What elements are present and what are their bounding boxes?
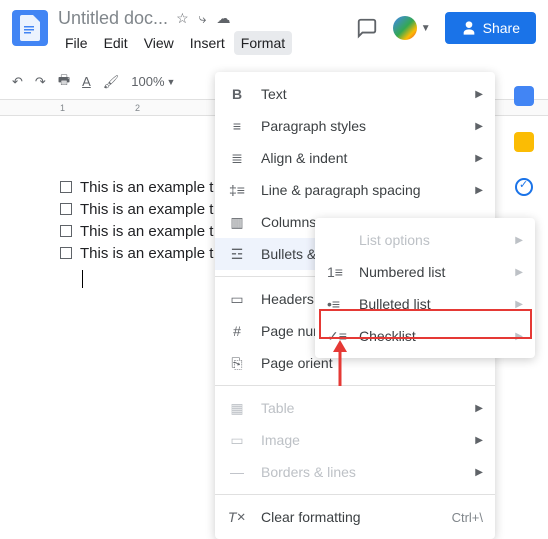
image-icon: ▭ [227,432,247,449]
zoom-selector[interactable]: 100% ▼ [131,74,175,89]
bullets-submenu: List options▶ 1≡Numbered list▶ •≡Bullete… [315,218,535,358]
chevron-right-icon: ▶ [475,467,483,478]
checkbox-icon[interactable] [60,247,72,259]
annotation-arrow-icon [330,340,350,388]
line-text[interactable]: This is an example t [80,201,213,218]
chevron-right-icon: ▶ [515,299,523,310]
ruler-tick: 1 [60,103,65,113]
chevron-right-icon: ▶ [475,403,483,414]
paint-format-icon[interactable]: 🖌 [103,74,120,90]
checkbox-icon[interactable] [60,203,72,215]
move-icon[interactable]: ⤷ [199,10,207,27]
star-icon[interactable]: ☆ [176,10,189,27]
docs-logo[interactable] [12,10,48,46]
calendar-icon[interactable] [514,86,534,106]
chevron-right-icon: ▶ [475,153,483,164]
meet-icon [393,16,417,40]
zoom-value: 100% [131,74,164,89]
meet-button[interactable]: ▼ [393,16,431,40]
menu-item-table: ▦Table▶ [215,392,495,424]
menu-file[interactable]: File [58,31,95,55]
chevron-right-icon: ▶ [515,235,523,246]
menu-separator [215,494,495,495]
doc-info: Untitled doc... ☆ ⤷ ☁ File Edit View Ins… [58,8,355,55]
menu-item-clear-formatting[interactable]: T✕Clear formattingCtrl+\ [215,501,495,533]
line-text[interactable]: This is an example t [80,245,213,262]
menu-item-borders-lines: —Borders & lines▶ [215,456,495,488]
align-icon: ≣ [227,150,247,167]
spellcheck-icon[interactable]: A [82,74,91,89]
share-label: Share [483,20,520,36]
comments-icon[interactable] [355,16,379,40]
menu-edit[interactable]: Edit [97,31,135,55]
cloud-status-icon[interactable]: ☁ [216,10,230,27]
share-button[interactable]: Share [445,12,536,44]
orientation-icon: ⎘ [227,355,247,372]
borders-icon: — [227,464,247,480]
menu-format[interactable]: Format [234,31,292,55]
list-icon: ☲ [227,246,247,263]
checkbox-icon[interactable] [60,225,72,237]
submenu-bulleted-list[interactable]: •≡Bulleted list▶ [315,288,535,320]
undo-icon[interactable]: ↶ [12,74,23,90]
line-text[interactable]: This is an example t [80,179,213,196]
chevron-right-icon: ▶ [515,267,523,278]
print-icon[interactable]: 🖶 [58,71,70,93]
ruler-tick: 2 [135,103,140,113]
redo-icon[interactable]: ↷ [35,74,46,90]
chevron-right-icon: ▶ [475,89,483,100]
menu-insert[interactable]: Insert [183,31,232,55]
bulleted-list-icon: •≡ [327,296,347,312]
submenu-list-options[interactable]: List options▶ [315,224,535,256]
table-icon: ▦ [227,400,247,417]
line-text[interactable]: This is an example t [80,223,213,240]
headers-icon: ▭ [227,291,247,308]
menu-separator [215,385,495,386]
menu-item-text[interactable]: BText▶ [215,78,495,110]
menu-view[interactable]: View [137,31,181,55]
menu-item-align-indent[interactable]: ≣Align & indent▶ [215,142,495,174]
menu-item-paragraph-styles[interactable]: ≡Paragraph styles▶ [215,110,495,142]
columns-icon: ▥ [227,214,247,231]
clear-format-icon: T✕ [227,509,247,525]
menu-item-line-spacing[interactable]: ‡≡Line & paragraph spacing▶ [215,174,495,206]
bold-icon: B [227,86,247,102]
line-spacing-icon: ‡≡ [227,182,247,198]
menubar: File Edit View Insert Format [58,31,355,55]
menu-item-image: ▭Image▶ [215,424,495,456]
app-header: Untitled doc... ☆ ⤷ ☁ File Edit View Ins… [0,0,548,64]
numbered-list-icon: 1≡ [327,264,347,280]
chevron-right-icon: ▶ [475,185,483,196]
chevron-right-icon: ▶ [475,121,483,132]
text-cursor [82,270,83,288]
checkbox-icon[interactable] [60,181,72,193]
shortcut-text: Ctrl+\ [452,510,483,525]
chevron-right-icon: ▶ [515,331,523,342]
submenu-numbered-list[interactable]: 1≡Numbered list▶ [315,256,535,288]
doc-title[interactable]: Untitled doc... [58,8,168,29]
chevron-down-icon: ▼ [167,77,176,87]
hash-icon: # [227,323,247,339]
tasks-icon[interactable] [515,178,533,196]
paragraph-icon: ≡ [227,118,247,134]
keep-icon[interactable] [514,132,534,152]
chevron-right-icon: ▶ [475,435,483,446]
